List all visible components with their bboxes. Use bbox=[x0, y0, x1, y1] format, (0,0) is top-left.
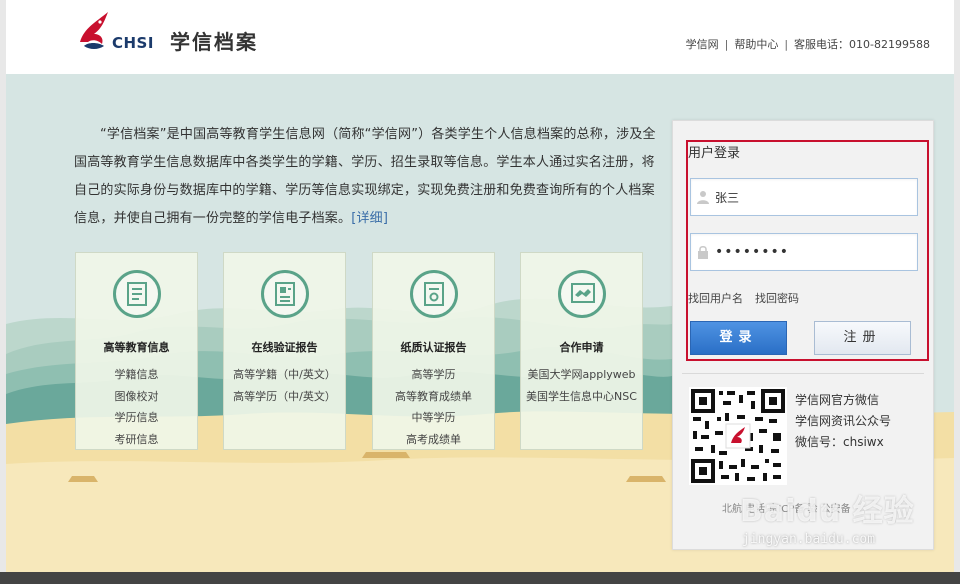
separator: | bbox=[784, 38, 789, 51]
wechat-line-official: 学信网官方微信 bbox=[795, 393, 880, 407]
top-links: 学信网 | 帮助中心 | 客服电话：010-82199588 bbox=[686, 36, 930, 52]
card-online-verification[interactable]: 在线验证报告 高等学籍（中/英文） 高等学历（中/英文） bbox=[223, 252, 346, 450]
highlight-annotation-box bbox=[686, 140, 929, 361]
card-link-degree-info[interactable]: 学历信息 bbox=[76, 407, 197, 429]
intro-paragraph: “学信档案”是中国高等教育学生信息网（简称“学信网”）各类学生个人信息档案的总称… bbox=[74, 121, 656, 233]
card-link-degree-report[interactable]: 高等学历（中/英文） bbox=[224, 386, 345, 408]
certificate-icon bbox=[409, 270, 458, 318]
card-link-list: 美国大学网applyweb 美国学生信息中心NSC bbox=[521, 364, 642, 407]
card-title: 在线验证报告 bbox=[251, 341, 318, 354]
report-verify-icon bbox=[260, 270, 309, 318]
handshake-icon bbox=[557, 270, 606, 318]
card-title: 纸质认证报告 bbox=[400, 341, 467, 354]
card-link-list: 高等学籍（中/英文） 高等学历（中/英文） bbox=[224, 364, 345, 407]
card-link-gaokao-scores[interactable]: 高考成绩单 bbox=[373, 429, 494, 451]
card-link-list: 高等学历 高等教育成绩单 中等学历 高考成绩单 bbox=[373, 364, 494, 450]
site-header: CHSI 学信档案 学信网 | 帮助中心 | 客服电话：010-82199588 bbox=[0, 0, 960, 74]
card-link-nsc[interactable]: 美国学生信息中心NSC bbox=[521, 386, 642, 408]
hotline-text: 客服电话：010-82199588 bbox=[794, 38, 930, 51]
card-link-postgrad-exam[interactable]: 考研信息 bbox=[76, 429, 197, 451]
bottom-bar bbox=[0, 572, 960, 584]
card-title: 合作申请 bbox=[559, 341, 604, 354]
logo-text: CHSI bbox=[112, 34, 154, 52]
wechat-info: 学信网官方微信 学信网资讯公众号 微信号：chsiwx bbox=[795, 390, 891, 453]
watermark-url: jingyan.baidu.com bbox=[742, 532, 876, 547]
intro-more-link[interactable]: [详细] bbox=[351, 211, 388, 226]
card-cooperation[interactable]: 合作申请 美国大学网applyweb 美国学生信息中心NSC bbox=[520, 252, 643, 450]
card-title: 高等教育信息 bbox=[103, 341, 170, 354]
link-help-center[interactable]: 帮助中心 bbox=[734, 36, 778, 52]
card-paper-certification[interactable]: 纸质认证报告 高等学历 高等教育成绩单 中等学历 高考成绩单 bbox=[372, 252, 495, 450]
card-link-list: 学籍信息 图像校对 学历信息 考研信息 bbox=[76, 364, 197, 450]
card-link-student-status-report[interactable]: 高等学籍（中/英文） bbox=[224, 364, 345, 386]
card-link-applyweb[interactable]: 美国大学网applyweb bbox=[521, 364, 642, 386]
card-link-student-status[interactable]: 学籍信息 bbox=[76, 364, 197, 386]
card-link-secondary-degree[interactable]: 中等学历 bbox=[373, 407, 494, 429]
separator: | bbox=[724, 38, 729, 51]
watermark-logo-text: Baidu 经验 bbox=[740, 494, 915, 529]
baidu-jingyan-watermark: Baidu 经验 jingyan.baidu.com bbox=[740, 486, 940, 556]
card-link-higher-degree[interactable]: 高等学历 bbox=[373, 364, 494, 386]
card-link-photo-check[interactable]: 图像校对 bbox=[76, 386, 197, 408]
wechat-line-news: 学信网资讯公众号 bbox=[795, 414, 892, 428]
card-higher-education-info[interactable]: 高等教育信息 学籍信息 图像校对 学历信息 考研信息 bbox=[75, 252, 198, 450]
card-link-transcript[interactable]: 高等教育成绩单 bbox=[373, 386, 494, 408]
document-list-icon bbox=[112, 270, 161, 318]
wechat-qr-code bbox=[689, 387, 787, 485]
chsi-logo[interactable]: CHSI 学信档案 bbox=[78, 12, 278, 56]
site-title: 学信档案 bbox=[170, 30, 258, 54]
divider bbox=[682, 373, 924, 374]
red-bird-logo-icon bbox=[80, 12, 108, 49]
frame-right bbox=[954, 74, 960, 572]
link-chsi[interactable]: 学信网 bbox=[686, 36, 719, 52]
wechat-id: 微信号：chsiwx bbox=[795, 435, 884, 449]
